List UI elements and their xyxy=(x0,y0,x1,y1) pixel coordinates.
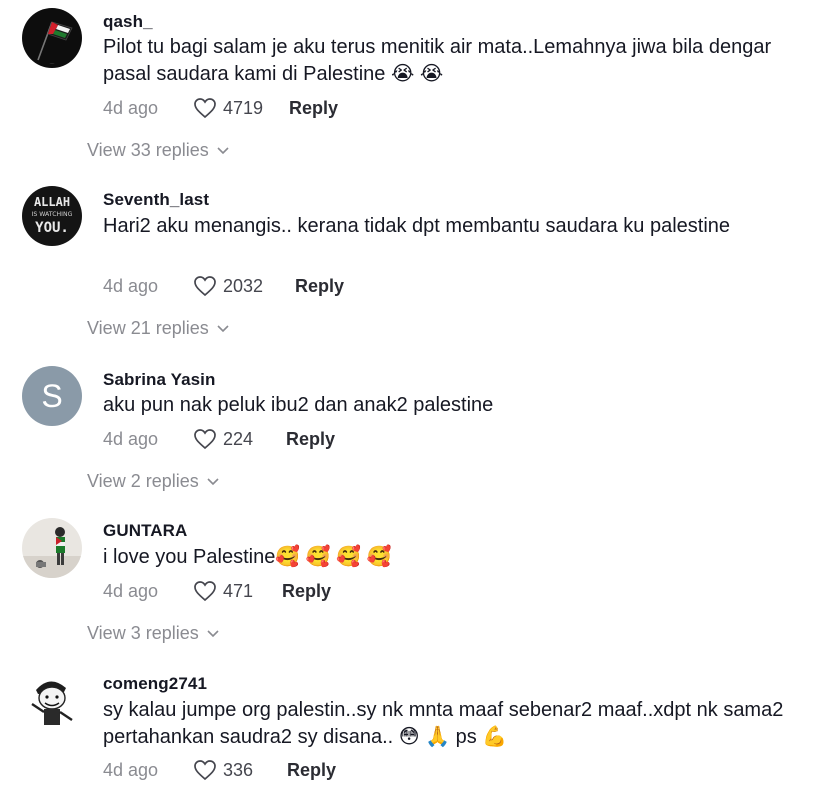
like-button[interactable]: 224 xyxy=(193,428,286,450)
comment-username[interactable]: comeng2741 xyxy=(103,674,207,694)
reply-button[interactable]: Reply xyxy=(282,581,331,602)
avatar-text: YOU. xyxy=(35,220,69,236)
view-replies-button[interactable]: View 21 replies xyxy=(87,318,229,339)
like-count: 4719 xyxy=(223,97,264,118)
comment-time: 4d ago xyxy=(103,580,159,601)
like-button[interactable]: 4719 xyxy=(193,97,289,119)
cartoon-boy-avatar-icon[interactable] xyxy=(22,670,82,730)
reply-button[interactable]: Reply xyxy=(286,429,335,450)
comment-meta: 4d ago 224 Reply xyxy=(103,426,335,452)
view-replies-label: View 21 replies xyxy=(87,318,209,338)
chevron-down-icon xyxy=(217,146,229,155)
heart-icon[interactable] xyxy=(193,97,217,119)
avatar-text: IS WATCHING xyxy=(32,211,73,218)
svg-text:....: .... xyxy=(49,60,54,65)
like-button[interactable]: 336 xyxy=(193,759,287,781)
comment-username[interactable]: Sabrina Yasin xyxy=(103,370,216,390)
heart-icon[interactable] xyxy=(193,275,217,297)
reply-button[interactable]: Reply xyxy=(289,98,338,119)
chevron-down-icon xyxy=(207,629,219,638)
heart-icon[interactable] xyxy=(193,580,217,602)
comment-meta: 4d ago 336 Reply xyxy=(103,757,336,783)
reply-button[interactable]: Reply xyxy=(295,276,344,297)
view-replies-button[interactable]: View 2 replies xyxy=(87,471,219,492)
comment-meta: 4d ago 4719 Reply xyxy=(103,95,338,121)
comment-time: 4d ago xyxy=(103,97,159,118)
like-count: 2032 xyxy=(223,275,264,296)
comment-text: i love you Palestine🥰 🥰 🥰 🥰 xyxy=(103,546,392,568)
avatar-text: ALLAH xyxy=(34,195,70,209)
view-replies-label: View 33 replies xyxy=(87,140,209,160)
letter-avatar[interactable]: S xyxy=(22,366,82,426)
like-count: 471 xyxy=(223,580,254,601)
like-count: 224 xyxy=(223,428,254,449)
like-button[interactable]: 2032 xyxy=(193,275,295,297)
comment-text: Hari2 aku menangis.. kerana tidak dpt me… xyxy=(103,215,731,237)
reply-button[interactable]: Reply xyxy=(287,760,336,781)
comment-text: aku pun nak peluk ibu2 dan anak2 palesti… xyxy=(103,394,494,416)
view-replies-label: View 3 replies xyxy=(87,623,199,643)
view-replies-button[interactable]: View 33 replies xyxy=(87,140,229,161)
palestine-flag-avatar-icon[interactable]: .... xyxy=(22,8,82,68)
comment-time: 4d ago xyxy=(103,759,159,780)
comment-username[interactable]: GUNTARA xyxy=(103,521,187,541)
comment-username[interactable]: Seventh_last xyxy=(103,190,209,210)
like-button[interactable]: 471 xyxy=(193,580,282,602)
comment-time: 4d ago xyxy=(103,428,159,449)
person-with-flag-avatar-icon[interactable] xyxy=(22,518,82,578)
comment-text: sy kalau jumpe org palestin..sy nk mnta … xyxy=(103,699,784,748)
like-count: 336 xyxy=(223,759,254,780)
heart-icon[interactable] xyxy=(193,759,217,781)
comment-meta: 4d ago 471 Reply xyxy=(103,578,331,604)
chevron-down-icon xyxy=(207,477,219,486)
avatar-letter: S xyxy=(41,377,63,414)
comment-time: 4d ago xyxy=(103,275,159,296)
chevron-down-icon xyxy=(217,324,229,333)
allah-is-watching-you-avatar-icon[interactable]: ALLAH IS WATCHING YOU. xyxy=(22,186,82,246)
view-replies-button[interactable]: View 3 replies xyxy=(87,623,219,644)
comment-text: Pilot tu bagi salam je aku terus menitik… xyxy=(103,36,772,85)
comment-meta: 4d ago 2032 Reply xyxy=(103,273,344,299)
heart-icon[interactable] xyxy=(193,428,217,450)
comment-username[interactable]: qash_ xyxy=(103,12,153,32)
view-replies-label: View 2 replies xyxy=(87,471,199,491)
